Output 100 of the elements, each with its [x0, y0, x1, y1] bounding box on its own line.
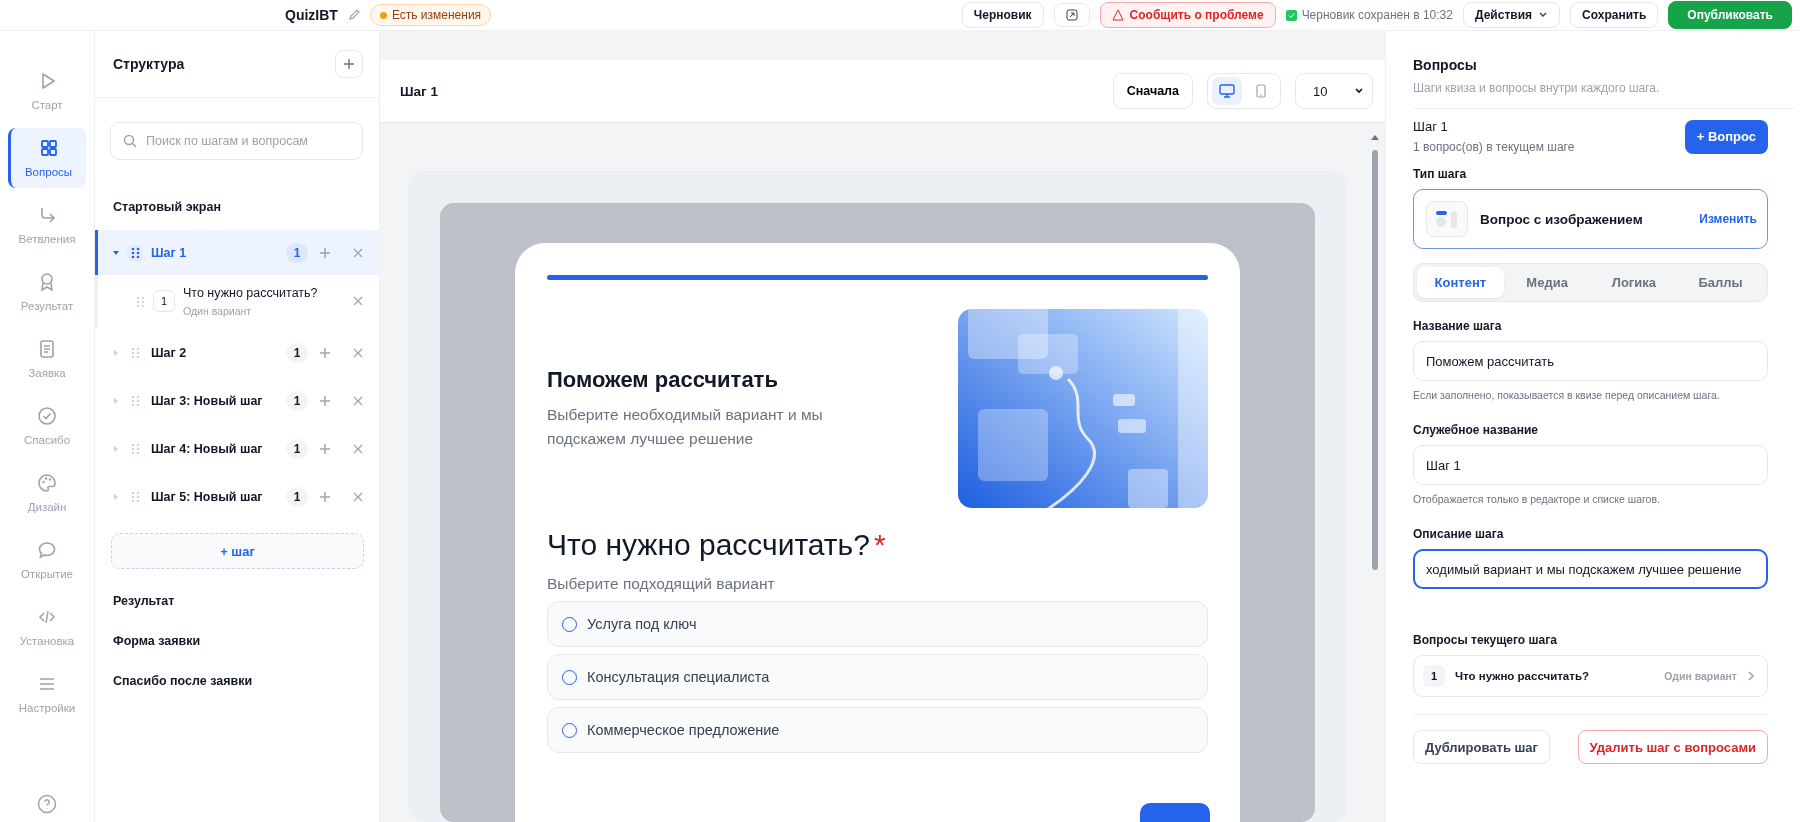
duplicate-button[interactable]: Дублировать шаг [1413, 730, 1550, 764]
step-type-name: Вопрос с изображением [1480, 211, 1644, 227]
field-label: Тип шага [1413, 167, 1468, 181]
close-icon[interactable] [353, 247, 363, 258]
count-badge: 1 [286, 438, 308, 459]
grid-icon [38, 138, 59, 158]
question-title: Что нужно рассчитать? [547, 528, 870, 562]
report-button[interactable]: Сообщить о проблеме [1099, 2, 1276, 28]
tab[interactable]: Баллы [1677, 267, 1764, 298]
palette-icon [37, 473, 57, 493]
export-icon [1065, 9, 1078, 21]
save-button[interactable]: Сохранить [1570, 2, 1659, 28]
question-row[interactable]: 1 Что нужно рассчитать? Один вариант [1413, 655, 1768, 697]
input-field[interactable]: ходимый вариант и мы подскажем лучшее решение [1413, 549, 1768, 589]
monitor-icon [1219, 84, 1235, 98]
step-item[interactable]: Шаг 4: Новый шаг 1 [95, 426, 379, 471]
step-heading: Поможем рассчитать [547, 366, 779, 393]
drag-handle-icon[interactable] [130, 491, 140, 502]
field-hint: Отображается только в редакторе и списке шагов. [1413, 493, 1661, 505]
section-item[interactable]: Спасибо после заявки [95, 661, 379, 701]
section-item[interactable]: Стартовый экран [95, 187, 379, 227]
restart-button[interactable]: Сначала [1112, 73, 1193, 109]
check-circle-icon [37, 406, 57, 426]
drag-handle-icon[interactable] [136, 295, 145, 307]
answer-option[interactable]: Консультация специалиста [547, 654, 1208, 700]
change-link[interactable]: Изменить [1699, 212, 1757, 226]
export-button[interactable] [1053, 3, 1090, 27]
plus-icon[interactable] [319, 490, 331, 503]
plus-icon[interactable] [319, 246, 331, 259]
input-field[interactable]: Шаг 1 [1413, 445, 1768, 485]
count-badge: 1 [286, 342, 308, 363]
step-name: Шаг 1 [1413, 119, 1449, 134]
help-icon[interactable] [37, 794, 57, 814]
answer-option[interactable]: Услуга под ключ [547, 601, 1208, 647]
add-step-button[interactable]: + шаг [111, 533, 364, 569]
device-button[interactable] [1212, 77, 1242, 105]
close-icon[interactable] [353, 443, 363, 454]
delete-button[interactable]: Удалить шаг с вопросами [1577, 730, 1768, 764]
plus-icon[interactable] [319, 394, 331, 407]
step-title: Шаг 1 [400, 83, 439, 99]
plus-icon[interactable] [319, 442, 331, 455]
field-label: Название шага [1413, 319, 1503, 333]
required-mark: * [873, 528, 886, 562]
count-badge: 1 [286, 390, 308, 411]
question-count: 1 вопрос(ов) в текущем шаге [1413, 140, 1575, 154]
changes-badge: Есть изменения [369, 4, 492, 26]
zoom-select[interactable]: 10 [1295, 73, 1373, 109]
plus-icon [343, 58, 355, 70]
tab[interactable]: Медиа [1503, 267, 1591, 298]
section-item[interactable]: Результат [95, 581, 379, 621]
answer-option[interactable]: Коммерческое предложение [547, 707, 1208, 753]
field-label: Описание шага [1413, 527, 1505, 541]
phone-icon [1256, 84, 1266, 98]
drag-handle-icon[interactable] [130, 443, 140, 454]
section-item[interactable]: Форма заявки [95, 621, 379, 661]
next-button[interactable] [1140, 803, 1210, 822]
drag-handle-icon[interactable] [130, 395, 140, 406]
tab[interactable]: Логика [1590, 267, 1678, 298]
drag-handle-icon[interactable] [130, 347, 140, 358]
app-title: QuizIBT [285, 7, 338, 23]
checkbox-icon [1285, 9, 1297, 21]
count-badge: 1 [286, 486, 308, 507]
pencil-icon[interactable] [347, 9, 360, 21]
actions-button[interactable]: Действия [1462, 2, 1561, 28]
number-badge: 1 [1423, 665, 1445, 687]
close-icon[interactable] [353, 296, 363, 306]
speech-bubble-icon [37, 540, 57, 560]
plus-icon[interactable] [319, 346, 331, 359]
step-item[interactable]: Шаг 3: Новый шаг 1 [95, 378, 379, 423]
scroll-up-icon [1371, 134, 1379, 140]
input-field[interactable]: Поможем рассчитать [1413, 341, 1768, 381]
chevron-right-icon [1747, 671, 1755, 681]
document-icon [37, 339, 57, 359]
panel-subtitle: Шаги квиза и вопросы внутри каждого шага. [1413, 81, 1795, 109]
close-icon[interactable] [353, 491, 363, 502]
step-item[interactable]: Шаг 5: Новый шаг 1 [95, 474, 379, 519]
status-chip: Черновик [961, 2, 1044, 28]
search-icon [123, 134, 137, 148]
step-item[interactable]: Шаг 2 1 [95, 330, 379, 375]
warning-icon [1111, 9, 1124, 21]
panel-title: Вопросы [1413, 57, 1478, 73]
field-label: Служебное название [1413, 423, 1540, 437]
drag-handle-icon[interactable] [130, 247, 140, 258]
search-field[interactable]: Поиск по шагам и вопросам [110, 122, 363, 160]
section-label: Вопросы текущего шага [1413, 633, 1558, 647]
step-item[interactable]: Шаг 1 1 [95, 230, 379, 275]
panel-title: Структура [113, 56, 185, 72]
close-icon[interactable] [353, 395, 363, 406]
layout-icon [1435, 209, 1459, 229]
chevron-down-icon [1354, 86, 1364, 96]
tab[interactable]: Контент [1417, 267, 1504, 298]
add-question-button[interactable]: + Вопрос [1684, 119, 1768, 154]
question-hint: Выберите подходящий вариант [547, 575, 776, 593]
rail-item[interactable]: Вопросы [8, 128, 86, 188]
close-icon[interactable] [353, 347, 363, 358]
saved-note: Черновик сохранен в 10:32 [1285, 8, 1453, 22]
step-description: Выберите необходимый вариант и мы подскажем лучшее решение [547, 404, 824, 449]
count-badge: 1 [286, 242, 308, 263]
add-button[interactable] [335, 50, 363, 78]
field-hint: Если заполнено, показывается в квизе перед описанием шага. [1413, 389, 1721, 401]
